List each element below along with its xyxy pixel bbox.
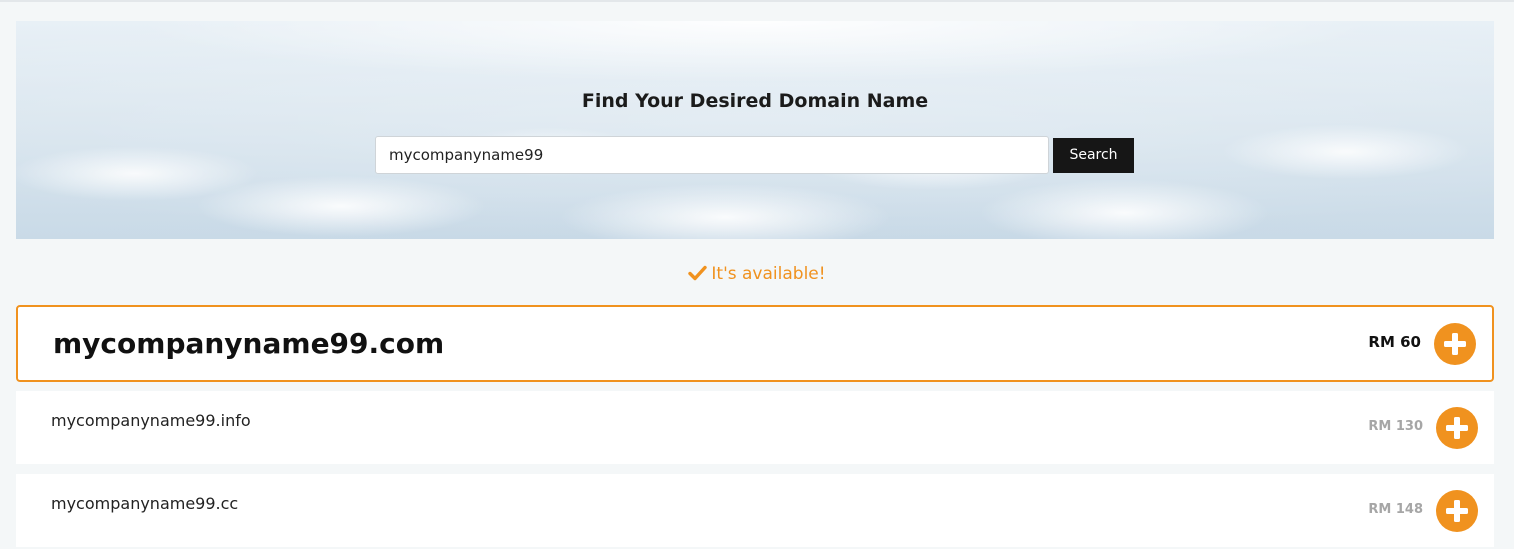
- add-to-cart-button[interactable]: [1434, 323, 1476, 365]
- domain-result: mycompanyname99.info RM 130: [16, 391, 1494, 464]
- domain-search-hero: Find Your Desired Domain Name mycompanyn…: [16, 21, 1494, 239]
- domain-name: mycompanyname99.com: [53, 327, 445, 360]
- domain-name: mycompanyname99.cc: [51, 494, 239, 513]
- domain-price: RM 60: [1368, 333, 1421, 351]
- plus-icon: [1444, 333, 1466, 355]
- hero-title: Find Your Desired Domain Name: [581, 90, 929, 112]
- domain-name: mycompanyname99.info: [51, 411, 251, 430]
- top-divider: [0, 0, 1514, 2]
- domain-price: RM 148: [1368, 502, 1423, 517]
- search-button[interactable]: Search: [1053, 138, 1134, 173]
- domain-result-featured: mycompanyname99.com RM 60: [16, 305, 1494, 382]
- availability-message: It's available!: [711, 264, 826, 284]
- add-to-cart-button[interactable]: [1436, 490, 1478, 532]
- domain-result: mycompanyname99.cc RM 148: [16, 474, 1494, 547]
- plus-icon: [1446, 500, 1468, 522]
- availability-status: It's available!: [0, 264, 1514, 284]
- plus-icon: [1446, 417, 1468, 439]
- domain-search-input[interactable]: mycompanyname99: [375, 136, 1049, 174]
- check-icon: [688, 265, 708, 281]
- domain-price: RM 130: [1368, 419, 1423, 434]
- add-to-cart-button[interactable]: [1436, 407, 1478, 449]
